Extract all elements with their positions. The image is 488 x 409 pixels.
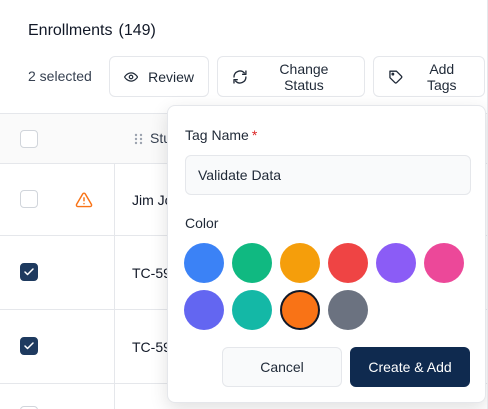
- review-label: Review: [148, 68, 194, 85]
- row-checkbox[interactable]: [20, 263, 38, 281]
- select-all-checkbox[interactable]: [20, 130, 38, 148]
- check-icon: [24, 342, 34, 350]
- tag-name-input[interactable]: [185, 155, 471, 195]
- drag-handle-icon[interactable]: [134, 133, 144, 145]
- change-status-label: Change Status: [279, 60, 329, 93]
- required-mark: *: [251, 127, 258, 143]
- row-student-cell: TC-59: [132, 339, 171, 355]
- color-swatch[interactable]: [280, 290, 320, 330]
- enrollment-count: (149): [118, 22, 156, 39]
- bulk-action-toolbar: 2 selected Review Change Status Add Tags: [0, 56, 487, 98]
- add-tag-popover: Tag Name* Color Cancel Create & Add: [167, 105, 486, 403]
- enrollments-panel: Enrollments (149) 2 selected Review Chan…: [0, 0, 488, 409]
- tag-name-label-text: Tag Name: [185, 127, 249, 143]
- color-swatch[interactable]: [184, 243, 224, 283]
- color-swatch[interactable]: [184, 290, 224, 330]
- refresh-icon: [233, 69, 247, 84]
- page-title: Enrollments (149): [28, 22, 156, 40]
- selected-count: 2 selected: [28, 68, 92, 84]
- color-swatch[interactable]: [328, 290, 368, 330]
- color-swatch[interactable]: [328, 243, 368, 283]
- color-swatch[interactable]: [232, 290, 272, 330]
- add-tags-button[interactable]: Add Tags: [373, 56, 485, 97]
- color-label: Color: [185, 215, 219, 231]
- color-swatch[interactable]: [424, 243, 464, 283]
- review-button[interactable]: Review: [109, 56, 209, 97]
- tag-name-label: Tag Name *: [185, 127, 257, 143]
- eye-icon: [124, 71, 139, 82]
- change-status-button[interactable]: Change Status: [217, 56, 365, 97]
- row-checkbox[interactable]: [20, 190, 38, 208]
- cancel-button[interactable]: Cancel: [222, 347, 342, 387]
- warning-icon: [75, 192, 93, 208]
- row-student-cell: TC-59: [132, 265, 171, 281]
- tag-icon: [389, 70, 403, 84]
- add-tags-label: Add Tags: [426, 60, 457, 93]
- row-checkbox[interactable]: [20, 337, 38, 355]
- color-swatch[interactable]: [376, 243, 416, 283]
- create-and-add-button[interactable]: Create & Add: [350, 347, 470, 387]
- page-title-text: Enrollments: [28, 22, 113, 39]
- color-swatch[interactable]: [280, 243, 320, 283]
- color-swatch[interactable]: [232, 243, 272, 283]
- check-icon: [24, 268, 34, 276]
